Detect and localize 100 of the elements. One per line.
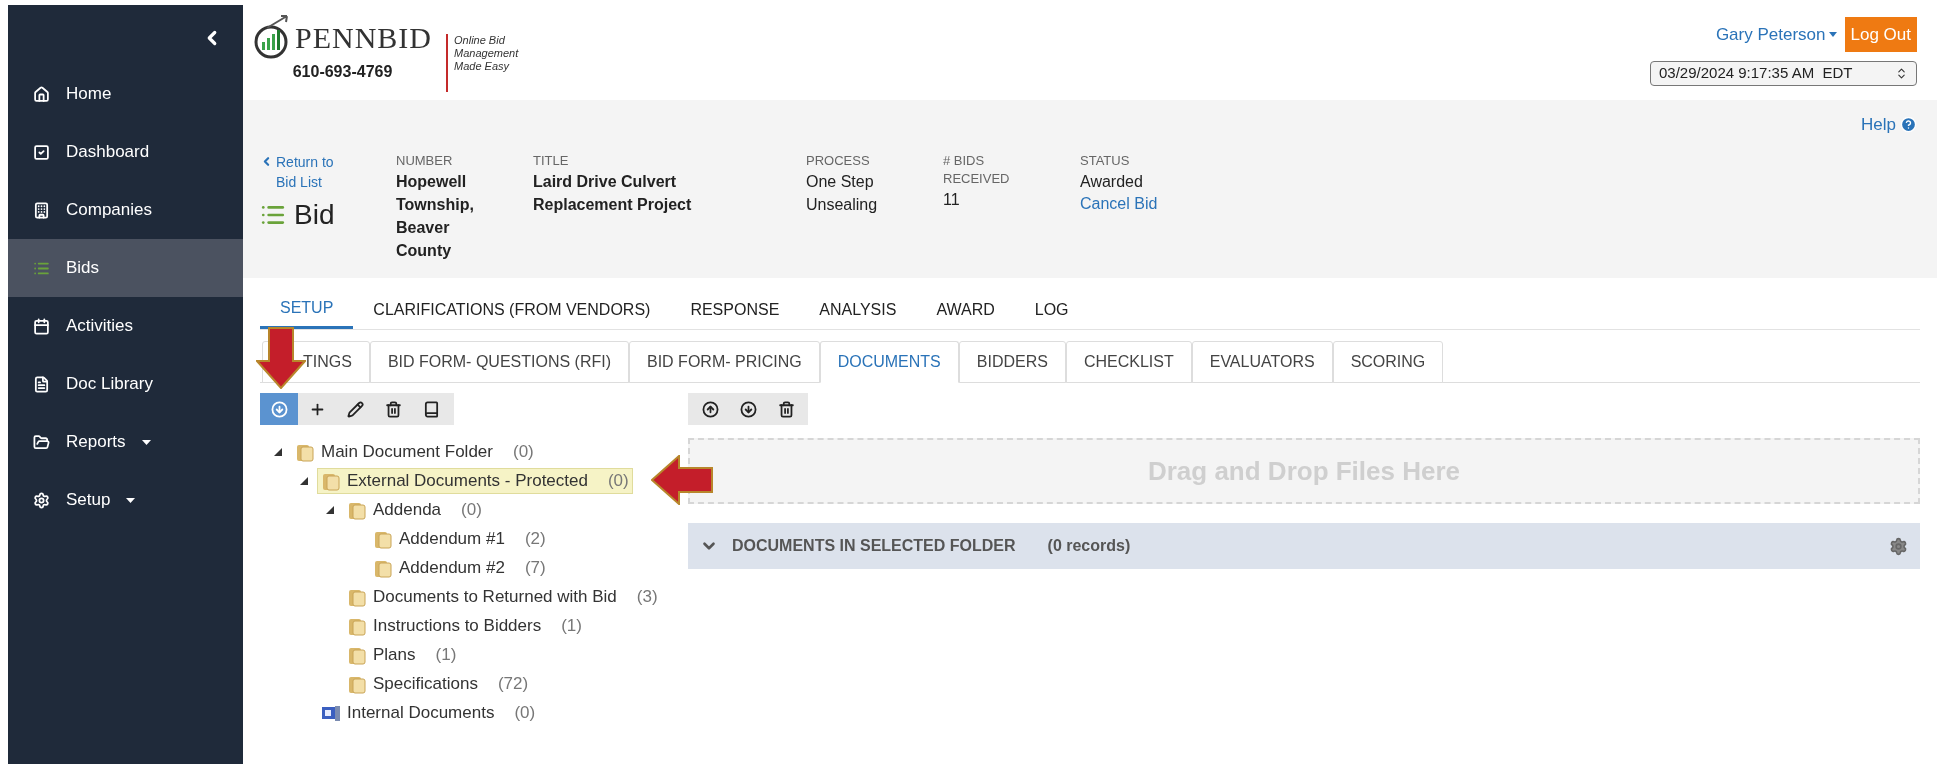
main-tab[interactable]: CLARIFICATIONS (FROM VENDORS) [353,290,671,329]
field-label: PROCESS [806,151,871,170]
field-label: TITLE [533,151,570,170]
tree-node[interactable]: Addenda (0) [343,496,486,523]
settings-icon[interactable] [1889,536,1908,556]
calendar-icon [33,317,50,335]
sidebar-item[interactable]: Companies [8,181,243,239]
sub-tab[interactable]: CHECKLIST [1065,341,1192,383]
tree-node[interactable]: Addendum #1 (2) [369,525,550,552]
field-value: Awarded [1080,171,1144,192]
folder-name: Documents to Returned with Bid [373,585,617,608]
settings-icon [33,491,50,509]
file-count: (0) [607,469,629,492]
building-icon [33,201,50,219]
record-count: (0 records) [1047,536,1131,556]
tree-node[interactable]: Specifications (72) [343,670,533,697]
sub-tab[interactable]: DOCUMENTS [819,341,959,383]
folder-name: Addendum #1 [399,527,505,550]
sidebar-label: Bids [66,257,100,280]
trash-icon [384,400,402,418]
documents-panel-header[interactable]: DOCUMENTS IN SELECTED FOLDER (0 records) [688,523,1920,569]
file-count: (0) [461,498,482,521]
expanded-triangle-icon[interactable] [274,447,282,456]
tree-node[interactable]: Instructions to Bidders (1) [343,612,586,639]
logo-wordmark: PENNBID [295,19,432,56]
caret-icon [1828,32,1837,37]
cancel-bid-link[interactable]: Cancel Bid [1080,192,1220,214]
field-value: 11 [943,189,961,210]
circle-arrow-down-icon [739,400,757,418]
field-value: Hopewell Township, Beaver County [396,171,475,261]
sidebar-label: Home [66,83,112,106]
sidebar-label: Companies [66,199,152,222]
field-label: # BIDS RECEIVED [943,151,1011,188]
select-arrows-icon [1895,67,1908,80]
main-tab[interactable]: AWARD [916,290,1015,329]
sub-tab[interactable]: BID FORM- PRICING [629,341,820,383]
sub-tab[interactable]: SCORING [1332,341,1444,383]
sub-tab[interactable]: BID FORM- QUESTIONS (RFI) [369,341,629,383]
help-link[interactable]: Help [1861,112,1917,138]
file-count: (2) [524,527,546,550]
sidebar-item[interactable]: Activities [8,297,243,355]
folder-name: Instructions to Bidders [373,614,542,637]
sidebar-label: Setup [66,489,111,512]
sidebar-item[interactable]: Doc Library [8,355,243,413]
folder-name: Specifications [373,672,478,695]
sidebar-label: Doc Library [66,373,153,396]
file-count: (3) [636,585,658,608]
home-icon [33,85,50,103]
help-icon [1900,116,1917,134]
sidebar-label: Dashboard [66,141,150,164]
sidebar-item[interactable]: Reports [8,413,243,471]
phone-number: 610-693-4769 [292,62,393,82]
user-menu[interactable]: Gary Peterson [1715,21,1837,48]
sidebar-label: Activities [66,315,134,338]
folder-name: Internal Documents [347,701,495,724]
file-count: (0) [514,701,536,724]
page-heading: Bid [294,197,335,232]
tagline: Online Bid Management Made Easy [454,34,520,73]
sidebar-item[interactable]: Setup [8,471,243,529]
file-count: (72) [497,672,529,695]
circle-arrow-up-icon [701,400,719,418]
file-count: (1) [435,643,457,666]
sidebar-item[interactable]: Dashboard [8,123,243,181]
document-icon [33,375,50,393]
datetime-select[interactable]: 03/29/2024 9:17:35 AM EDT [1650,61,1917,86]
folder-name: Plans [373,643,416,666]
checkbox-icon [33,143,50,161]
circle-arrow-down-icon [270,400,288,418]
file-count: (7) [524,556,546,579]
sidebar-item[interactable]: Home [8,65,243,123]
folder-name: Addenda [373,498,442,521]
tree-node[interactable]: Internal Documents (0) [317,699,540,726]
return-link[interactable]: Return to Bid List [276,151,346,192]
main-tab[interactable]: RESPONSE [670,290,800,329]
expanded-triangle-icon[interactable] [326,505,334,514]
field-value: Laird Drive Culvert Replacement Project [533,171,693,215]
sidebar-item[interactable]: Bids [8,239,243,297]
tree-node[interactable]: Addendum #2 (7) [369,554,550,581]
folder-icon [33,433,50,451]
sidebar-label: Reports [66,431,126,454]
book-icon [422,400,440,418]
tree-node[interactable]: Plans (1) [343,641,461,668]
main-tab[interactable]: ANALYSIS [799,290,917,329]
pencil-icon [346,400,364,418]
folder-name: Main Document Folder [321,440,493,463]
sub-tab[interactable]: EVALUATORS [1191,341,1333,383]
folder-name: Addendum #2 [399,556,505,579]
annotation-arrow [651,455,713,505]
panel-title: DOCUMENTS IN SELECTED FOLDER [732,536,1016,556]
tree-node[interactable]: Documents to Returned with Bid (3) [343,583,662,610]
file-count: (0) [512,440,534,463]
main-tab[interactable]: LOG [1014,290,1089,329]
field-label: STATUS [1080,151,1131,170]
trash-icon [777,400,795,418]
tree-node[interactable]: External Documents - Protected (0) [317,467,633,494]
sub-tab[interactable]: BIDDERS [958,341,1066,383]
tree-node[interactable]: Main Document Folder (0) [291,438,538,465]
folder-name: External Documents - Protected [347,469,588,492]
file-count: (1) [561,614,582,637]
expanded-triangle-icon[interactable] [300,476,308,485]
